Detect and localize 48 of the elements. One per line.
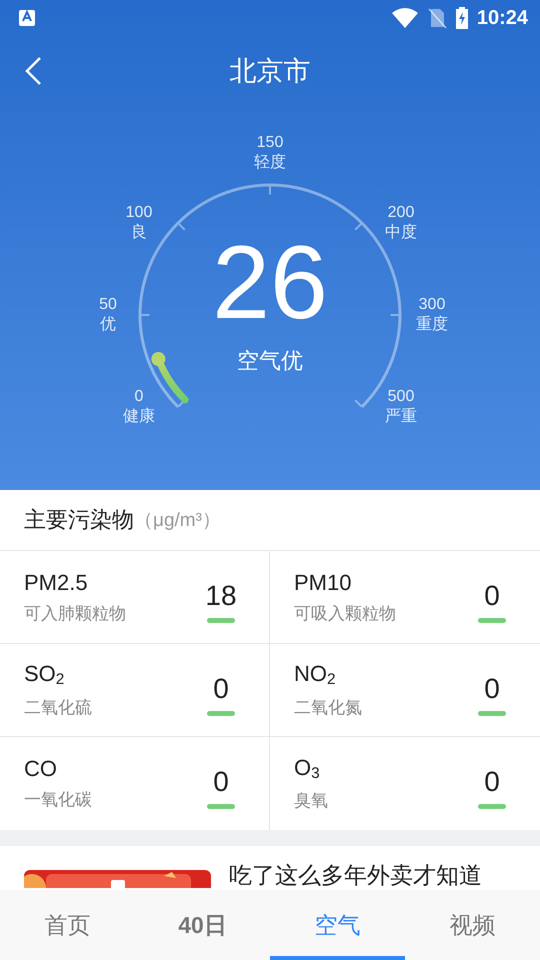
clock-time: 10:24 <box>476 6 528 30</box>
pollutant-name: O$_{3}$ <box>294 754 321 784</box>
no-sim-icon <box>426 7 447 29</box>
back-icon[interactable] <box>24 56 44 86</box>
pollutant-value: 0 <box>213 766 229 798</box>
wifi-icon <box>390 7 419 29</box>
pollutant-description: 一氧化碳 <box>24 789 93 811</box>
aqi-value: 26 <box>212 228 328 338</box>
scale-value: 150 <box>256 133 284 153</box>
pollutant-name: PM10 <box>294 570 352 596</box>
scale-label: 良 <box>130 223 148 243</box>
unit-label: （μg/m³） <box>134 509 221 533</box>
pollutant-description: 可入肺颗粒物 <box>24 602 127 624</box>
scale-value: 50 <box>98 295 118 315</box>
scale-value: 100 <box>124 203 154 223</box>
pollutant-description: 二氧化氮 <box>294 696 363 719</box>
pollutant-description: 臭氧 <box>294 790 329 812</box>
pollutant-description: 二氧化硫 <box>24 696 93 719</box>
section-title: 主要污染物 <box>24 506 134 534</box>
scale-label: 优 <box>99 315 117 335</box>
pollutant-value: 0 <box>484 580 500 612</box>
nav-tab[interactable]: 40日 <box>135 890 270 960</box>
city-title: 北京市 <box>230 55 310 88</box>
pollutant-name: NO$_{2}$ <box>294 661 337 690</box>
nav-tab[interactable]: 空气 <box>270 890 405 960</box>
scale-label: 轻度 <box>253 153 287 173</box>
app-notification-icon <box>18 9 36 27</box>
scale-label: 健康 <box>122 407 156 427</box>
scale-value: 200 <box>386 203 416 223</box>
ad-headline[interactable]: 吃了这么多年外卖才知道 <box>229 846 482 888</box>
scale-value: 500 <box>386 387 416 407</box>
battery-charging-icon <box>454 7 469 29</box>
pollutant-name: CO <box>24 756 58 782</box>
pollutant-value: 0 <box>213 672 229 704</box>
scale-value: 0 <box>134 387 144 407</box>
pollutant-description: 可吸入颗粒物 <box>294 602 397 624</box>
pollutant-value: 0 <box>484 766 500 798</box>
nav-tab[interactable]: 视频 <box>405 890 540 960</box>
scale-value: 300 <box>418 295 446 315</box>
pollutant-name: SO$_{2}$ <box>24 661 66 690</box>
pollutant-value: 18 <box>205 580 237 612</box>
pollutant-value: 0 <box>484 672 500 704</box>
nav-tab[interactable]: 首页 <box>0 890 135 960</box>
air-quality-status: 空气优 <box>237 347 303 375</box>
scale-label: 严重 <box>384 407 418 427</box>
scale-label: 中度 <box>384 223 418 243</box>
scale-label: 重度 <box>415 315 449 335</box>
pollutant-name: PM2.5 <box>24 570 89 596</box>
